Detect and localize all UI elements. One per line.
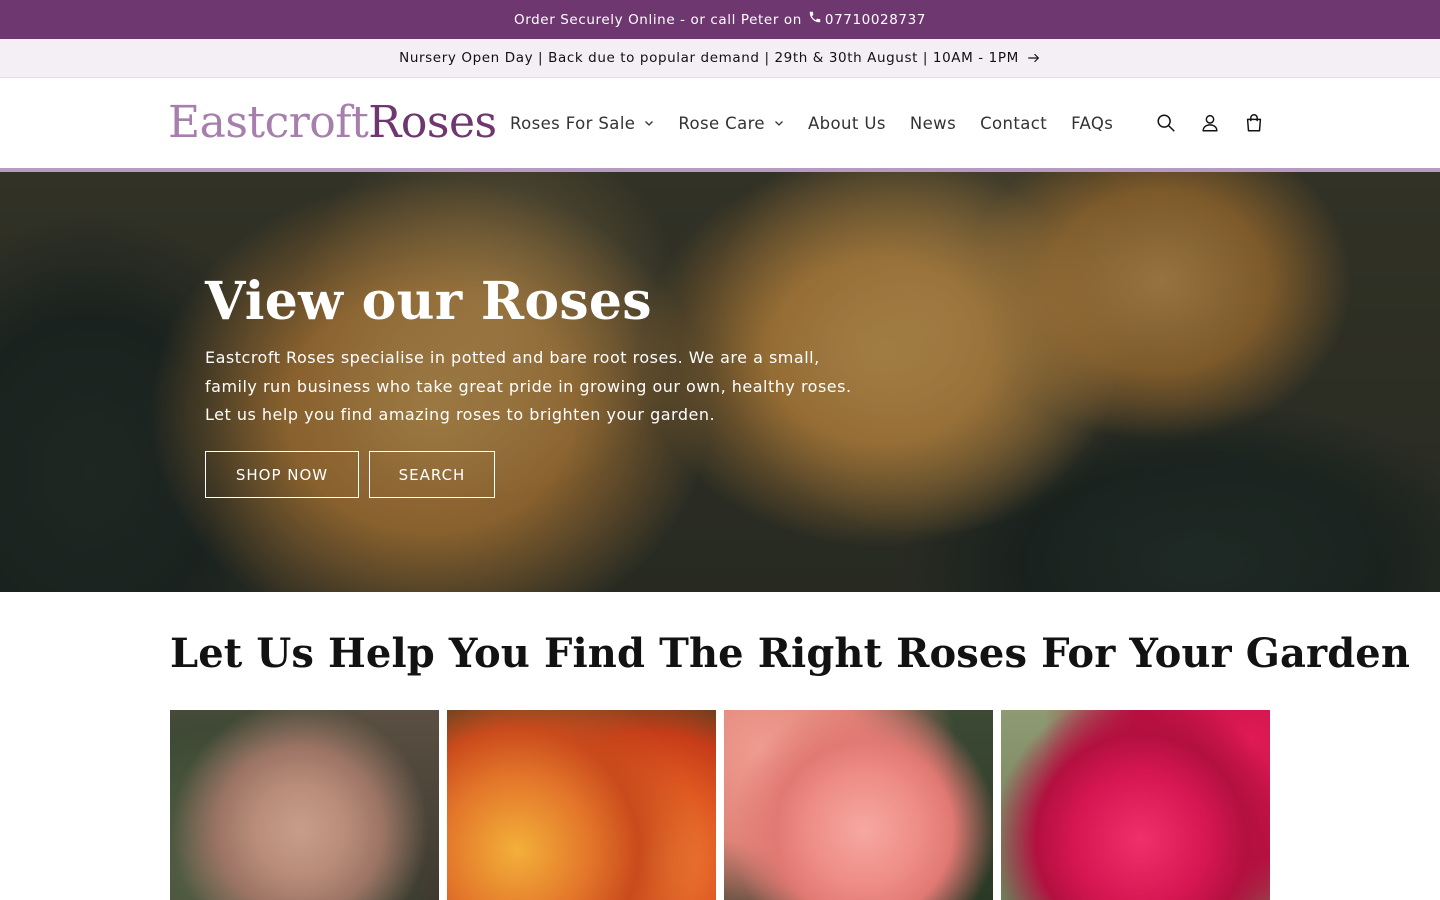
chevron-down-icon (774, 118, 784, 128)
search-roses-button[interactable]: SEARCH (369, 451, 495, 498)
arrow-right-icon (1027, 51, 1041, 65)
hero-title: View our Roses (205, 271, 652, 332)
rose-tile-image[interactable] (1001, 710, 1270, 900)
topbar-text: Order Securely Online - or call Peter on (513, 11, 802, 28)
nursery-announcement[interactable]: Nursery Open Day | Back due to popular d… (0, 39, 1440, 78)
hero-text-line: Let us help you find amazing roses to br… (205, 405, 716, 424)
nav-about-us[interactable]: About Us (796, 102, 898, 144)
nav-roses-for-sale[interactable]: Roses For Sale (498, 102, 666, 144)
site-logo[interactable]: EastcroftRoses (168, 96, 497, 150)
nav-label: Rose Care (678, 113, 765, 133)
header-actions (1144, 102, 1276, 144)
shop-now-button[interactable]: SHOP NOW (205, 451, 359, 498)
nav-label: Roses For Sale (510, 113, 636, 133)
hero-description: Eastcroft Roses specialise in potted and… (205, 344, 852, 430)
chevron-down-icon (644, 118, 654, 128)
rose-tile-image[interactable] (724, 710, 993, 900)
nav-label: News (909, 113, 957, 133)
nav-label: FAQs (1071, 113, 1114, 133)
announcement-text[interactable]: Nursery Open Day | Back due to popular d… (399, 50, 1019, 66)
search-icon (1157, 114, 1175, 132)
nav-contact[interactable]: Contact (968, 102, 1059, 144)
main-nav: Roses For Sale Rose Care About Us News C… (498, 102, 1125, 144)
logo-word-eastcroft: Eastcroft (168, 97, 369, 148)
logo-word-roses: Roses (368, 97, 497, 148)
account-button[interactable] (1188, 101, 1232, 145)
top-announcement-bar: Order Securely Online - or call Peter on… (0, 0, 1440, 39)
rose-category-grid (170, 710, 1270, 900)
account-icon (1202, 114, 1218, 132)
section-title: Let Us Help You Find The Right Roses For… (170, 630, 1411, 677)
nav-label: Contact (980, 113, 1048, 133)
nav-label: About Us (807, 113, 886, 133)
nav-rose-care[interactable]: Rose Care (666, 102, 796, 144)
phone-icon (808, 10, 822, 24)
topbar-phone-link[interactable]: 07710028737 (825, 12, 926, 28)
rose-tile-image[interactable] (170, 710, 439, 900)
hero-text-line: family run business who take great pride… (205, 376, 852, 396)
search-button[interactable] (1144, 101, 1188, 145)
cart-button[interactable] (1232, 101, 1276, 145)
rose-tile-image[interactable] (447, 710, 716, 900)
nav-news[interactable]: News (898, 102, 968, 144)
hero-text-line: Eastcroft Roses specialise in potted and… (205, 348, 820, 367)
nav-faqs[interactable]: FAQs (1059, 102, 1125, 144)
cart-icon (1246, 114, 1262, 132)
